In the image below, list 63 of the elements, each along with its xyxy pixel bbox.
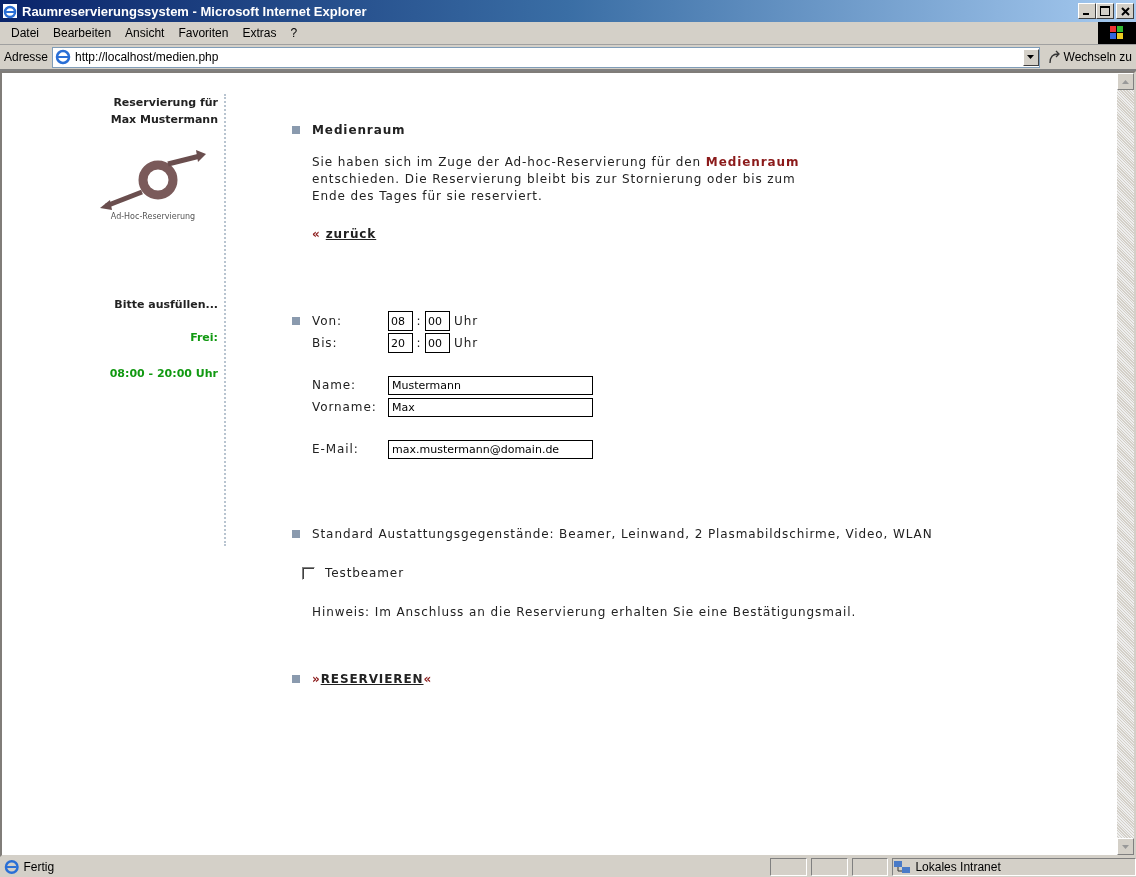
status-pane [770,858,807,876]
room-title: Medienraum [312,123,406,137]
free-label: Frei: [190,331,218,344]
hour-field[interactable]: 20 [388,333,413,353]
status-pane [810,858,848,876]
field-label: Bis: [312,336,339,350]
close-icon [1120,6,1130,16]
menu-item[interactable]: Favoriten [171,26,236,40]
window-title: Raumreservierungssystem - Microsoft Internet Explorer [22,3,367,19]
network-icon [893,859,912,875]
field-label: Vorname: [312,400,378,414]
up-arrow-icon [1122,79,1129,84]
reserve-link[interactable]: »RESERVIEREN« [312,672,433,686]
equipment-text: Standard Austattungsgegenstände: Beamer, Leinwand, 2 Plasmabildschirme, Video, WLAN [312,527,933,541]
page-icon [4,859,20,875]
menu-item[interactable]: Datei [4,26,46,40]
scrollbar[interactable] [1117,73,1134,855]
menu-item[interactable]: Bearbeiten [46,26,119,40]
maximize-icon [1100,6,1110,16]
page-icon [55,49,72,65]
windows-logo-icon [1098,22,1136,44]
hint-text: Hinweis: Im Anschluss an die Reservierung erhalten Sie eine Bestätigungsmail. [312,605,858,619]
status-pane [851,858,889,876]
menu-item[interactable]: Extras [235,26,284,40]
field-label: Name: [312,378,357,392]
time-separator: : [415,336,423,350]
menu-item[interactable]: ? [283,26,305,40]
address-label: Adresse [4,50,49,64]
go-button[interactable]: Wechseln zu [1043,50,1136,64]
status-text: Fertig [23,860,56,874]
maximize-button[interactable] [1096,3,1114,19]
text-field[interactable]: Mustermann [388,375,593,395]
form-prompt: Bitte ausfüllen... [113,297,218,313]
unit-label: Uhr [454,336,479,350]
address-field[interactable]: http://localhost/medien.php [52,46,1040,68]
bullet-icon [292,317,300,325]
minute-field[interactable]: 00 [425,333,450,353]
time-separator: : [415,314,423,328]
browser-icon [2,3,18,19]
bullet-icon [292,675,300,683]
bullet-icon [292,530,300,538]
reservation-heading: Reservierung für Max Mustermann [109,95,218,128]
back-link[interactable]: « zurück [312,227,377,241]
minimize-button[interactable] [1078,3,1096,19]
field-label: Von: [312,314,343,328]
field-label: E-Mail: [312,442,360,456]
zone-panel: Lokales Intranet [892,858,1136,876]
dropdown-button[interactable] [1022,48,1039,66]
email-field[interactable]: max.mustermann@domain.de [388,439,593,459]
room-description: Sie haben sich im Zuge der Ad-hoc-Reservierung für den Medienraum entschieden. Die Reservierung bleibt bis zur Stornierung oder bis zum Ende des Tages für sie reserviert. [312,154,801,205]
close-button[interactable] [1116,3,1134,19]
checkbox-label: Testbeamer [325,566,404,580]
free-time: 08:00 - 20:00 Uhr [109,367,218,380]
unit-label: Uhr [454,314,479,328]
caret-icon [1027,55,1034,59]
down-arrow-icon [1122,844,1129,849]
bullet-icon [292,126,300,134]
logo: Ad-Hoc-Reservierung [98,150,208,221]
minute-field[interactable]: 00 [425,311,450,331]
text-field[interactable]: Max [388,397,593,417]
menu-item[interactable]: Ansicht [118,26,172,40]
hour-field[interactable]: 08 [388,311,413,331]
go-arrow-icon [1047,50,1062,64]
